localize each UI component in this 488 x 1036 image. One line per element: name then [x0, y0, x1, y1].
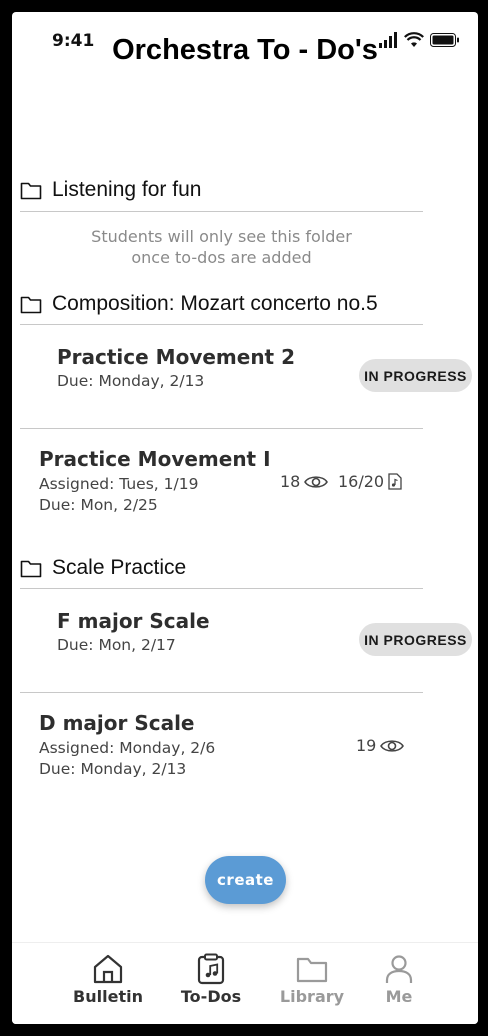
- todo-due: Due: Monday, 2/13: [57, 372, 205, 390]
- tab-bulletin[interactable]: Bulletin: [63, 953, 153, 1006]
- eye-icon: [380, 739, 405, 752]
- folder-header-listening[interactable]: Listening for fun: [20, 178, 201, 202]
- signal-icon: [379, 32, 397, 48]
- tab-to-dos[interactable]: To-Dos: [166, 953, 256, 1006]
- tab-label: Bulletin: [73, 987, 143, 1006]
- tab-label: To-Dos: [180, 987, 242, 1006]
- clipboard-music-icon: [197, 953, 225, 985]
- status-badge: IN PROGRESS: [359, 623, 472, 656]
- empty-folder-note: Students will only see this folder once …: [20, 226, 423, 268]
- tab-me[interactable]: Me: [354, 953, 444, 1006]
- folder-header-composition[interactable]: Composition: Mozart concerto no.5: [20, 292, 378, 316]
- submissions-stat: 16/20: [338, 472, 402, 491]
- folder-name: Listening for fun: [52, 178, 202, 201]
- divider: [20, 324, 423, 325]
- todo-title: Practice Movement 2: [57, 345, 295, 369]
- todo-due: Due: Monday, 2/13: [39, 760, 187, 778]
- divider: [20, 588, 423, 589]
- divider: [20, 211, 423, 212]
- submissions-count: 16/20: [338, 472, 385, 491]
- empty-note-line: once to-dos are added: [131, 248, 312, 267]
- todo-due: Due: Mon, 2/25: [39, 496, 158, 514]
- todo-title: Practice Movement I: [39, 447, 271, 471]
- todo-title: D major Scale: [39, 711, 195, 735]
- folder-icon: [20, 560, 42, 578]
- divider: [20, 692, 423, 693]
- folder-icon: [296, 957, 328, 983]
- views-count: 19: [356, 736, 377, 755]
- tab-label: Library: [279, 987, 345, 1006]
- folder-icon: [20, 182, 42, 200]
- status-icons: [378, 32, 460, 48]
- folder-icon: [20, 296, 42, 314]
- home-icon: [93, 954, 123, 984]
- music-file-icon: [388, 473, 402, 490]
- divider: [20, 428, 423, 429]
- folder-name: Composition: Mozart concerto no.5: [52, 292, 378, 315]
- todo-due: Due: Mon, 2/17: [57, 636, 176, 654]
- views-stat: 18: [280, 472, 329, 491]
- battery-icon: [430, 33, 459, 47]
- views-stat: 19: [356, 736, 405, 755]
- create-button[interactable]: create: [205, 856, 286, 904]
- wifi-icon: [404, 32, 424, 47]
- phone-screen: 9:41 Orchestra To - Do's Listening for f…: [12, 12, 478, 1024]
- tab-library[interactable]: Library: [267, 953, 357, 1006]
- todo-title: F major Scale: [57, 609, 210, 633]
- person-icon: [385, 955, 413, 983]
- tab-bar: Bulletin To-Dos Library Me: [12, 942, 478, 1024]
- todo-assigned: Assigned: Tues, 1/19: [39, 475, 199, 493]
- todo-assigned: Assigned: Monday, 2/6: [39, 739, 216, 757]
- status-badge: IN PROGRESS: [359, 359, 472, 392]
- tab-label: Me: [385, 987, 413, 1006]
- empty-note-line: Students will only see this folder: [91, 227, 352, 246]
- folder-header-scale-practice[interactable]: Scale Practice: [20, 556, 186, 580]
- views-count: 18: [280, 472, 301, 491]
- eye-icon: [304, 475, 329, 488]
- folder-name: Scale Practice: [52, 556, 187, 579]
